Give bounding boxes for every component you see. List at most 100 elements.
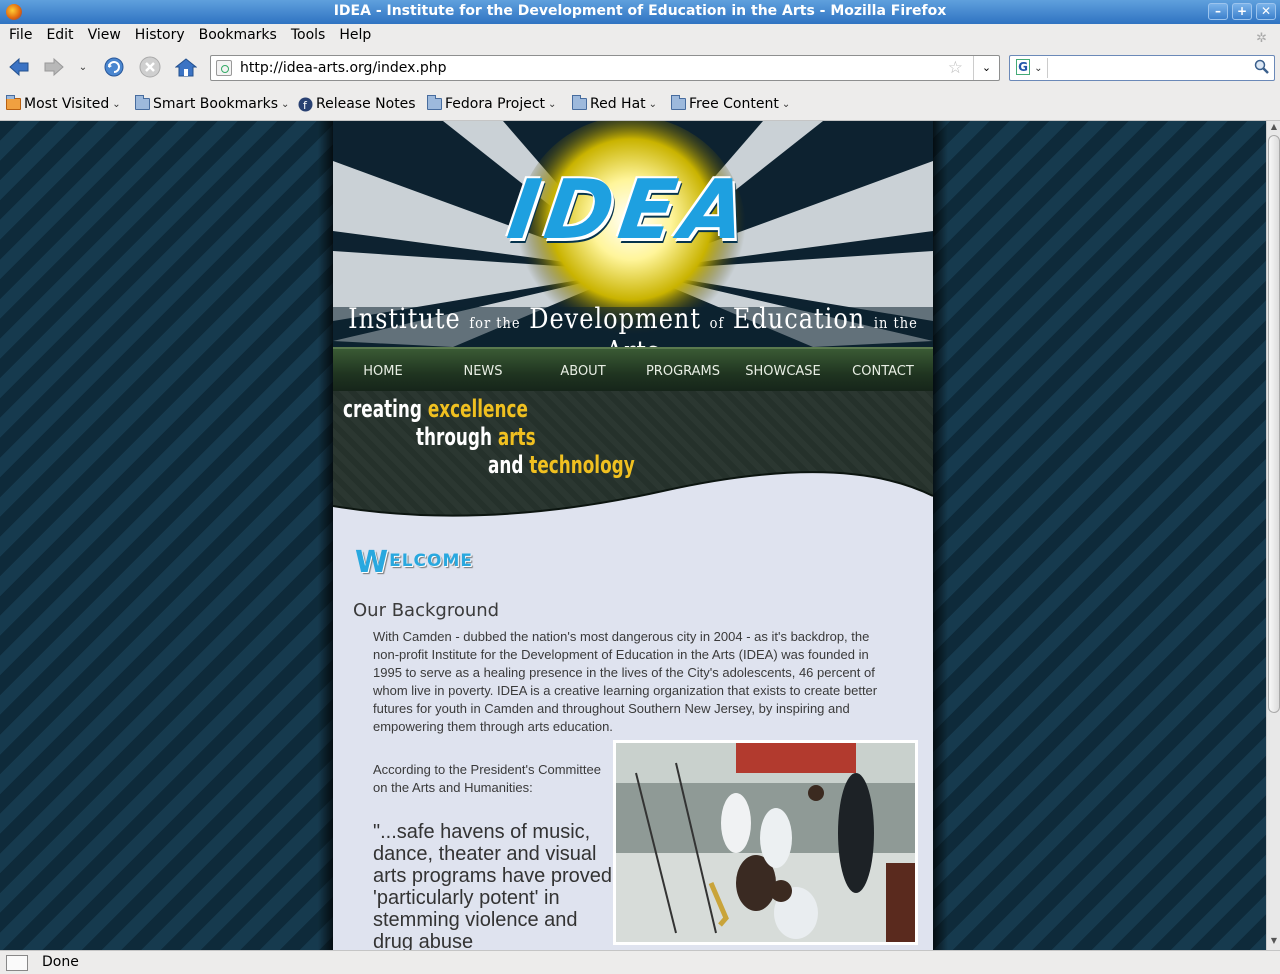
main-content: WELCOME Our Background With Camden - dub… (333, 521, 933, 950)
window-title: IDEA - Institute for the Development of … (333, 3, 947, 19)
page-shadow-left (318, 121, 333, 950)
minimize-button[interactable]: – (1208, 3, 1228, 20)
search-icon[interactable] (1254, 59, 1270, 75)
bookmark-label: Most Visited (24, 96, 110, 112)
bookmark-label: Smart Bookmarks (153, 96, 279, 112)
band-photo-illustration (616, 743, 915, 942)
bookmark-label: Release Notes (316, 96, 416, 112)
scroll-up-arrow-icon[interactable]: ▲ (1268, 122, 1280, 135)
tagline-word: of (709, 315, 725, 333)
menu-edit[interactable]: Edit (39, 24, 80, 47)
site-tagline: Institute for the Development of Educati… (333, 303, 933, 347)
status-text: Done (42, 954, 79, 970)
bookmark-smart-bookmarks[interactable]: Smart Bookmarks ⌄ (135, 95, 290, 112)
reload-icon (104, 57, 124, 77)
slogan-word-highlight: arts (497, 423, 536, 451)
nav-contact[interactable]: CONTACT (833, 349, 933, 391)
url-history-dropdown[interactable]: ⌄ (973, 56, 999, 80)
menu-bookmarks[interactable]: Bookmarks (192, 24, 284, 47)
chevron-down-icon: ⌄ (1034, 63, 1043, 74)
slogan-word: creating (343, 395, 422, 423)
site-nav: HOME NEWS ABOUT PROGRAMS SHOWCASE CONTAC… (333, 347, 933, 391)
slogan-line-2: through arts (416, 423, 536, 451)
menu-tools[interactable]: Tools (284, 24, 333, 47)
menu-bar: File Edit View History Bookmarks Tools H… (0, 24, 1280, 47)
nav-showcase[interactable]: SHOWCASE (733, 349, 833, 391)
home-button[interactable] (172, 53, 200, 81)
band-photo (613, 740, 918, 945)
page-viewport[interactable]: IDEA Institute for the Development of Ed… (0, 121, 1266, 950)
bookmark-fedora-project[interactable]: Fedora Project ⌄ (427, 95, 557, 112)
status-bar: Done (0, 950, 1280, 974)
slogan-line-1: creating excellence (343, 395, 528, 423)
stop-icon (139, 56, 161, 78)
scrollbar-thumb[interactable] (1268, 135, 1280, 713)
history-dropdown-button[interactable]: ⌄ (70, 53, 96, 81)
slogan-banner: creating excellence through arts and tec… (333, 391, 933, 521)
url-bar[interactable]: http://idea-arts.org/index.php ☆ ⌄ (210, 55, 1000, 81)
slogan-word: and (488, 451, 524, 479)
back-arrow-icon (9, 57, 29, 77)
chevron-down-icon: ⌄ (781, 98, 791, 110)
slogan-word: through (416, 423, 492, 451)
bookmark-most-visited[interactable]: Most Visited ⌄ (6, 95, 121, 112)
site-identity-icon[interactable] (216, 60, 232, 76)
folder-icon (427, 95, 442, 110)
bookmark-label: Free Content (689, 96, 779, 112)
bookmark-red-hat[interactable]: Red Hat ⌄ (572, 95, 658, 112)
stop-button[interactable] (136, 53, 164, 81)
slogan-word-highlight: technology (529, 451, 635, 479)
home-icon (175, 58, 197, 77)
bookmark-label: Red Hat (590, 96, 646, 112)
tagline-word: Arts (606, 335, 661, 347)
chevron-down-icon: ⌄ (548, 98, 557, 110)
tagline-word: Institute (348, 302, 461, 335)
bookmark-star-icon[interactable]: ☆ (948, 58, 963, 78)
chevron-down-icon: ⌄ (281, 98, 290, 110)
quote-text: "...safe havens of music, dance, theater… (373, 821, 613, 950)
vertical-scrollbar[interactable]: ▲ ▼ (1266, 121, 1280, 950)
window-titlebar: IDEA - Institute for the Development of … (0, 0, 1280, 24)
background-paragraph: With Camden - dubbed the nation's most d… (373, 629, 878, 734)
search-bar[interactable]: G ⌄ (1009, 55, 1275, 81)
folder-icon (572, 95, 587, 110)
site-page: IDEA Institute for the Development of Ed… (333, 121, 933, 950)
chevron-down-icon: ⌄ (648, 98, 658, 110)
forward-button[interactable] (40, 53, 68, 81)
welcome-rest: ELCOME (389, 551, 473, 571)
menu-view[interactable]: View (81, 24, 128, 47)
site-header: IDEA Institute for the Development of Ed… (333, 121, 933, 347)
fedora-icon: f (298, 97, 313, 112)
menu-file[interactable]: File (2, 24, 39, 47)
throbber-icon: ✲ (1256, 31, 1267, 46)
scroll-down-arrow-icon[interactable]: ▼ (1268, 936, 1280, 949)
search-engine-selector[interactable]: G ⌄ (1012, 58, 1048, 78)
rss-folder-icon (6, 95, 21, 110)
chevron-down-icon: ⌄ (78, 61, 88, 73)
tagline-word: Education (732, 302, 866, 335)
bookmark-label: Fedora Project (445, 96, 546, 112)
folder-icon (135, 95, 150, 110)
nav-news[interactable]: NEWS (433, 349, 533, 391)
committee-paragraph: According to the President's Committee o… (373, 762, 601, 795)
url-input[interactable]: http://idea-arts.org/index.php (240, 60, 447, 76)
bookmark-release-notes[interactable]: f Release Notes (298, 96, 416, 112)
site-logo[interactable]: IDEA (502, 163, 757, 258)
nav-home[interactable]: HOME (333, 349, 433, 391)
nav-programs[interactable]: PROGRAMS (633, 349, 733, 391)
bookmarks-toolbar: Most Visited ⌄ Smart Bookmarks ⌄ f Release… (0, 87, 1280, 121)
welcome-initial: W (355, 545, 390, 580)
menu-history[interactable]: History (128, 24, 192, 47)
bookmark-free-content[interactable]: Free Content ⌄ (671, 95, 791, 112)
close-button[interactable]: ✕ (1256, 3, 1276, 20)
tagline-word: for the (469, 315, 521, 333)
menu-help[interactable]: Help (332, 24, 378, 47)
nav-about[interactable]: ABOUT (533, 349, 633, 391)
maximize-button[interactable]: + (1232, 3, 1252, 20)
chevron-down-icon: ⌄ (112, 98, 121, 110)
welcome-heading: WELCOME (355, 545, 473, 580)
reload-button[interactable] (100, 53, 128, 81)
firefox-icon (6, 4, 22, 20)
back-button[interactable] (5, 53, 33, 81)
section-heading: Our Background (353, 600, 500, 621)
